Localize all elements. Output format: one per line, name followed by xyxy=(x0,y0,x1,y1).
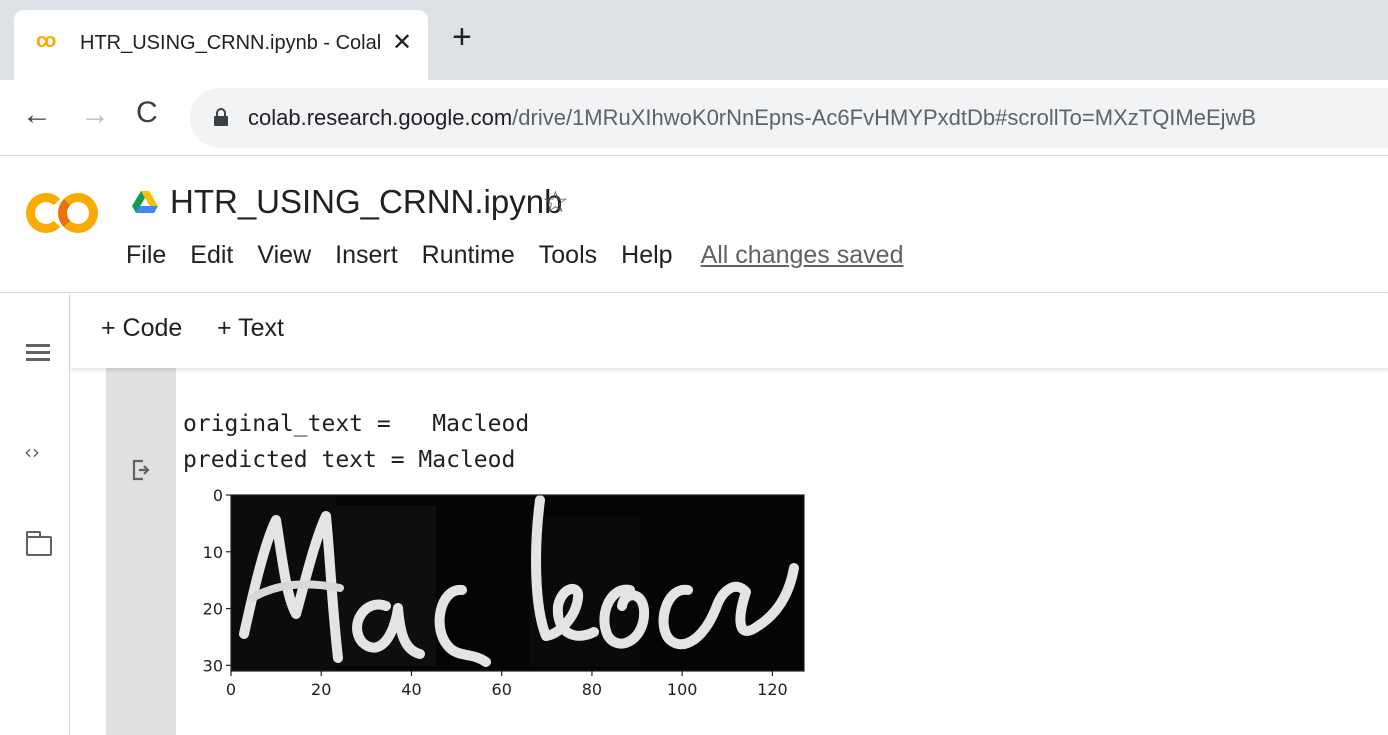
address-bar[interactable]: colab.research.google.com/drive/1MRuXIhw… xyxy=(190,88,1388,148)
menu-edit[interactable]: Edit xyxy=(190,241,233,270)
output-line-original: original_text = Macleod xyxy=(183,411,530,437)
google-drive-icon xyxy=(132,191,158,213)
handwriting-image-plot: 0 10 20 30 0 20 40 60 80 100 120 xyxy=(203,486,805,699)
menu-insert[interactable]: Insert xyxy=(335,241,398,270)
x-tick-label: 60 xyxy=(492,680,512,699)
y-tick-label: 0 xyxy=(213,486,223,505)
save-status-link[interactable]: All changes saved xyxy=(701,241,904,270)
x-tick-label: 0 xyxy=(226,680,236,699)
back-arrow-icon[interactable]: ← xyxy=(22,98,52,132)
browser-tab[interactable]: co HTR_USING_CRNN.ipynb - Colab ✕ xyxy=(14,10,428,80)
reload-icon[interactable]: C xyxy=(136,96,158,130)
lock-icon[interactable] xyxy=(214,108,228,126)
left-sidebar: ‹› xyxy=(0,294,70,735)
code-snippets-icon[interactable]: ‹› xyxy=(24,440,40,464)
menu-file[interactable]: File xyxy=(126,241,166,270)
colab-header: HTR_USING_CRNN.ipynb ☆ File Edit View In… xyxy=(0,157,1388,293)
menu-help[interactable]: Help xyxy=(621,241,672,270)
notebook-toolbar: + Code + Text xyxy=(71,294,1388,368)
folder-icon[interactable] xyxy=(25,531,52,556)
x-tick-label: 120 xyxy=(757,680,788,699)
output-icon[interactable] xyxy=(132,458,150,482)
star-icon[interactable]: ☆ xyxy=(542,185,569,220)
table-of-contents-icon[interactable] xyxy=(26,344,50,362)
tab-close-icon[interactable]: ✕ xyxy=(392,28,412,57)
new-tab-button[interactable]: + xyxy=(452,20,472,54)
menu-bar: File Edit View Insert Runtime Tools Help… xyxy=(126,241,927,270)
menu-tools[interactable]: Tools xyxy=(539,241,597,270)
x-tick-label: 20 xyxy=(311,680,331,699)
x-tick-label: 100 xyxy=(667,680,698,699)
colab-logo-icon[interactable] xyxy=(26,193,102,233)
y-tick-label: 10 xyxy=(203,543,223,562)
url-text[interactable]: colab.research.google.com/drive/1MRuXIhw… xyxy=(248,105,1256,131)
notebook-title[interactable]: HTR_USING_CRNN.ipynb xyxy=(170,183,562,221)
menu-runtime[interactable]: Runtime xyxy=(422,241,515,270)
tab-title: HTR_USING_CRNN.ipynb - Colab xyxy=(80,32,380,54)
add-code-button[interactable]: + Code xyxy=(101,314,182,343)
url-host: colab.research.google.com xyxy=(248,105,513,130)
x-tick-label: 80 xyxy=(582,680,602,699)
output-text: original_text = Macleod predicted text = … xyxy=(183,406,529,478)
add-text-button[interactable]: + Text xyxy=(217,314,284,343)
cell-gutter xyxy=(106,368,176,735)
menu-view[interactable]: View xyxy=(257,241,311,270)
x-tick-label: 40 xyxy=(401,680,421,699)
url-path: /drive/1MRuXIhwoK0rNnEpns-Ac6FvHMYPxdtDb… xyxy=(512,105,1257,130)
forward-arrow-icon[interactable]: → xyxy=(80,98,110,132)
browser-tab-strip: co HTR_USING_CRNN.ipynb - Colab ✕ + xyxy=(0,0,1388,80)
x-axis: 0 20 40 60 80 100 120 xyxy=(226,671,788,699)
y-tick-label: 20 xyxy=(203,600,223,619)
y-tick-label: 30 xyxy=(203,656,223,675)
colab-favicon-icon: co xyxy=(36,30,56,52)
browser-toolbar: ← → C colab.research.google.com/drive/1M… xyxy=(0,80,1388,156)
output-line-predicted: predicted text = Macleod xyxy=(183,447,516,473)
y-axis: 0 10 20 30 xyxy=(203,486,231,675)
